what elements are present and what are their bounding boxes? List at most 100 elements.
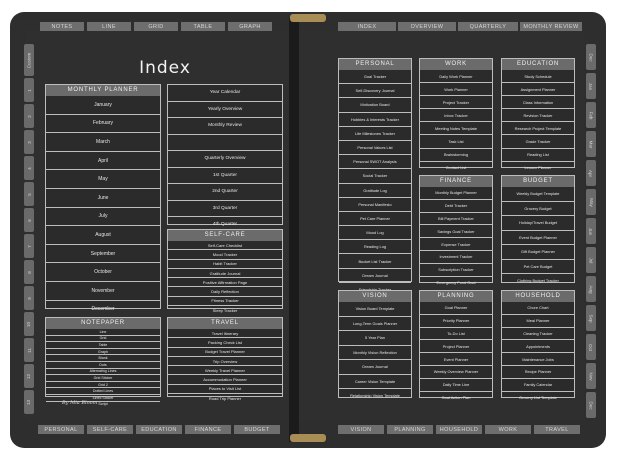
list-item[interactable]: Inbox Tracker xyxy=(420,109,492,123)
list-item[interactable]: Brainstorming xyxy=(420,149,492,162)
list-item[interactable]: January xyxy=(46,96,160,115)
list-item[interactable]: Weekly Travel Planner xyxy=(168,366,282,376)
top-tab-grid[interactable]: Grid xyxy=(134,22,178,31)
list-item[interactable]: Year Calendar xyxy=(168,85,282,102)
list-item[interactable]: Places to Visit List xyxy=(168,385,282,395)
list-item[interactable]: Monthly Review xyxy=(168,118,282,135)
list-item[interactable]: Subscription Tracker xyxy=(420,264,492,277)
list-item[interactable]: Contact List xyxy=(420,162,492,174)
list-item[interactable]: Bucket List Tracker xyxy=(339,254,411,269)
side-tab-feb[interactable]: Feb xyxy=(586,102,596,128)
list-item[interactable]: Packing Check List xyxy=(168,338,282,348)
list-item[interactable]: September xyxy=(46,245,160,264)
list-item[interactable]: Lesson Planner xyxy=(502,162,574,174)
list-item[interactable]: Accommodation Planner xyxy=(168,375,282,385)
side-tab-7[interactable]: 7 xyxy=(24,234,34,258)
top-tab-line[interactable]: Line xyxy=(87,22,131,31)
bottom-tab-budget[interactable]: Budget xyxy=(234,425,280,434)
list-item[interactable]: Table xyxy=(46,342,160,349)
list-item[interactable]: Vision Board Template xyxy=(339,302,411,317)
list-item[interactable]: 1st Quarter xyxy=(168,168,282,184)
list-item[interactable]: Long-Term Goals Planner xyxy=(339,317,411,331)
list-item[interactable]: Grocery Budget xyxy=(502,202,574,216)
list-item[interactable]: Chore Chart xyxy=(502,302,574,315)
bottom-tab-finance[interactable]: Finance xyxy=(185,425,231,434)
top-tab-overview[interactable]: Overview xyxy=(398,22,456,31)
side-tab-6[interactable]: 6 xyxy=(24,208,34,232)
list-item[interactable]: October xyxy=(46,263,160,282)
bottom-tab-personal[interactable]: Personal xyxy=(38,425,84,434)
list-item[interactable]: Pet Care Planner xyxy=(339,212,411,227)
list-item[interactable]: Self-Care Checklist xyxy=(168,241,282,251)
side-tab-oct[interactable]: Oct xyxy=(586,334,596,360)
top-tab-index[interactable]: Index xyxy=(338,22,396,31)
list-item[interactable]: Mood Log xyxy=(339,226,411,241)
list-item[interactable]: Project Tracker xyxy=(420,96,492,110)
list-item[interactable]: Priority Planner xyxy=(420,315,492,328)
list-item[interactable]: Dots xyxy=(46,362,160,369)
top-tab-quarterly[interactable]: Quarterly xyxy=(458,22,518,31)
list-item[interactable]: Alternating Lines xyxy=(46,369,160,376)
list-item[interactable]: Motivation Board xyxy=(339,98,411,113)
list-item[interactable]: Holiday/Travel Budget xyxy=(502,216,574,231)
list-item[interactable]: Monthly Budget Planner xyxy=(420,187,492,200)
list-item[interactable]: Gift Budget Planner xyxy=(502,245,574,260)
list-item[interactable]: Sleep Tracker xyxy=(168,306,282,314)
list-item[interactable]: Reading Log xyxy=(339,240,411,255)
list-item[interactable]: Personal SWOT Analysis xyxy=(339,155,411,170)
side-tab-8[interactable]: 8 xyxy=(24,260,34,284)
side-tab-2[interactable]: 2 xyxy=(24,104,34,128)
list-item[interactable]: Meal Planner xyxy=(502,315,574,328)
list-item[interactable]: Trip Overview xyxy=(168,357,282,367)
side-tab-13[interactable]: 13 xyxy=(24,390,34,414)
list-item[interactable]: Goal Action Plan xyxy=(420,392,492,404)
list-item[interactable]: Recipe Planner xyxy=(502,366,574,379)
list-item[interactable]: Grid Sticker xyxy=(46,375,160,382)
list-item[interactable]: Project Planner xyxy=(420,340,492,354)
list-item[interactable]: Mood Tracker xyxy=(168,250,282,260)
bottom-tab-work[interactable]: Work xyxy=(485,425,531,434)
bottom-tab-self-care[interactable]: Self-Care xyxy=(87,425,133,434)
list-item[interactable]: Bill Payment Tracker xyxy=(420,213,492,226)
list-item[interactable]: Daily Time Line xyxy=(420,379,492,392)
list-item[interactable]: Positive Affirmation Page xyxy=(168,278,282,288)
side-tab-5[interactable]: 5 xyxy=(24,182,34,206)
side-tab-3[interactable]: 3 xyxy=(24,130,34,154)
top-tab-table[interactable]: Table xyxy=(181,22,225,31)
list-item[interactable]: Event Planner xyxy=(420,353,492,366)
list-item[interactable]: Personal Manifesto xyxy=(339,198,411,212)
side-tab-12[interactable]: 12 xyxy=(24,364,34,388)
side-tab-may[interactable]: May xyxy=(586,189,596,215)
bottom-tab-household[interactable]: Household xyxy=(436,425,482,434)
side-tab-9[interactable]: 9 xyxy=(24,286,34,310)
list-item[interactable]: June xyxy=(46,189,160,208)
list-item[interactable]: November xyxy=(46,282,160,301)
side-tab-4[interactable]: 4 xyxy=(24,156,34,180)
list-item[interactable]: Pet Care Budget xyxy=(502,260,574,274)
list-item[interactable]: Family Calendar xyxy=(502,379,574,392)
list-item[interactable]: Travel Itinerary xyxy=(168,329,282,339)
list-item[interactable]: Assignment Planner xyxy=(502,83,574,97)
side-tab-mar[interactable]: Mar xyxy=(586,131,596,157)
side-tab-1[interactable]: 1 xyxy=(24,78,34,102)
list-item[interactable]: Meeting Notes Template xyxy=(420,122,492,136)
list-item[interactable]: Dream Journal xyxy=(339,360,411,375)
list-item[interactable]: 2nd Quarter xyxy=(168,184,282,201)
list-item[interactable]: Cleaning Tracker xyxy=(502,328,574,341)
list-item[interactable]: March xyxy=(46,133,160,152)
list-item[interactable]: To-Do List xyxy=(420,328,492,341)
bottom-tab-education[interactable]: Education xyxy=(136,425,182,434)
list-item[interactable]: Relationship Vision Template xyxy=(339,389,411,403)
list-item[interactable]: 3rd Quarter xyxy=(168,201,282,217)
list-item[interactable]: Line xyxy=(46,329,160,336)
list-item[interactable]: Dotted Lines xyxy=(46,388,160,395)
side-tab-custom[interactable]: Custom xyxy=(24,44,34,76)
list-item[interactable]: Hobbies & Interests Tracker xyxy=(339,113,411,127)
side-tab-dec[interactable]: Dec xyxy=(586,392,596,418)
side-tab-sep[interactable]: Sep xyxy=(586,305,596,331)
list-item[interactable]: Event Budget Planner xyxy=(502,231,574,245)
list-item[interactable]: Savings Goal Tracker xyxy=(420,225,492,239)
list-item[interactable]: Class Information xyxy=(502,96,574,110)
list-item[interactable]: Quarterly Overview xyxy=(168,151,282,168)
bottom-tab-travel[interactable]: Travel xyxy=(534,425,580,434)
